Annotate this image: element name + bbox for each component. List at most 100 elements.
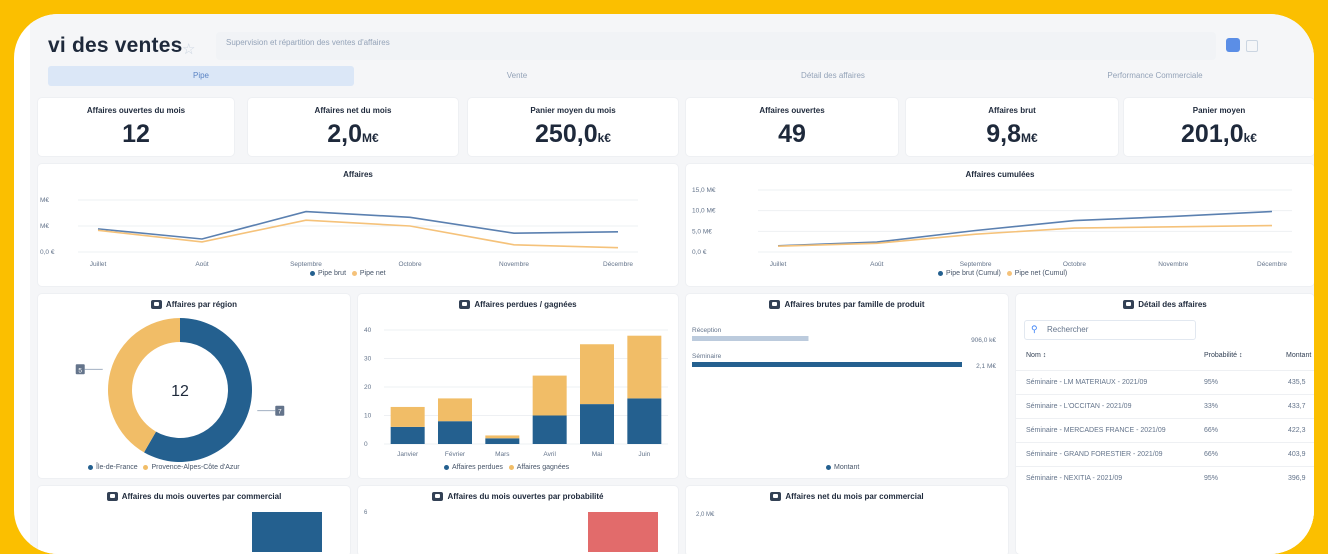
affaires-cumulees-line-chart: 15,0 M€ 10,0 M€ 5,0 M€ 0,0 € Juillet Août Sept… (692, 187, 1292, 268)
y-tick-label: 0 (364, 441, 368, 448)
bar (252, 512, 322, 552)
bar (692, 336, 809, 341)
kpi-card: Affaires ouvertes 49 (686, 98, 898, 156)
table-cell-nom: Séminaire - L'OCCITAN - 2021/09 (1026, 403, 1132, 410)
bar (692, 362, 962, 367)
header: vi des ventes ☆ Supervision et répartiti… (30, 32, 1314, 70)
kpi-card: Panier moyen 201,0k€ (1124, 98, 1314, 156)
table-cell-montant: 396,9 (1288, 475, 1306, 482)
table-row[interactable]: Séminaire - GRAND FORESTIER - 2021/09 66%… (1016, 442, 1314, 467)
kpi-value: 12 (122, 120, 150, 148)
kpi-label: Panier moyen du mois (530, 106, 616, 115)
y-tick-label: 0,0 € (40, 249, 55, 256)
table-cell-prob: 33% (1204, 403, 1219, 410)
perdues-gagnees-bar-chart: 40 30 20 10 0 Janvier Février Mars Avril Mai Juin (364, 327, 668, 458)
bar (627, 335, 662, 399)
bar (485, 438, 520, 444)
bar (390, 426, 425, 444)
kpi-value: 9,8M€ (986, 120, 1038, 148)
favorite-star-icon[interactable]: ☆ (182, 40, 195, 58)
y-tick-label: 40 (364, 327, 372, 334)
chart-icon (432, 492, 444, 502)
table-cell-prob: 66% (1204, 451, 1219, 458)
chart-legend: Affaires perdues Affaires gagnées (444, 464, 569, 471)
description-field[interactable]: Supervision et répartition des ventes d'… (216, 32, 1216, 60)
x-tick-label: Octobre (1063, 261, 1087, 268)
table-cell-montant: 403,9 (1288, 451, 1306, 458)
table-cell-nom: Séminaire - NEXITIA - 2021/09 (1026, 475, 1123, 482)
x-tick-label: Octobre (398, 261, 422, 268)
table-cell-nom: Séminaire - MERCADES FRANCE - 2021/09 (1026, 427, 1166, 434)
x-tick-label: Novembre (1158, 261, 1188, 268)
chart-probabilite-card: Affaires du mois ouvertes par probabilit… (358, 486, 678, 554)
kpi-label: Panier moyen (1192, 106, 1246, 115)
table-cell-nom: Séminaire - GRAND FORESTIER - 2021/09 (1026, 451, 1163, 458)
x-tick-label: Juillet (770, 261, 787, 268)
table-cell-prob: 66% (1204, 427, 1219, 434)
bar (390, 406, 425, 427)
x-tick-label: Avril (543, 451, 556, 458)
tab-performance-commerciale[interactable]: Performance Commerciale (996, 66, 1314, 86)
table-cell-prob: 95% (1204, 475, 1219, 482)
y-tick-label: 30 (364, 356, 372, 363)
bar (438, 421, 472, 444)
series-line (97, 210, 619, 240)
series-line (777, 210, 1273, 247)
table-icon (1123, 300, 1135, 310)
tab-detail-affaires[interactable]: Détail des affaires (680, 66, 986, 86)
grid-view-icon[interactable] (1226, 38, 1240, 52)
table-cell-nom: Séminaire - LM MATERIAUX - 2021/09 (1026, 379, 1148, 386)
tab-pipe[interactable]: Pipe (48, 66, 354, 86)
chart-net-commercial-card: Affaires net du mois par commercial 2,0 … (686, 486, 1008, 554)
data-label: 7 (278, 409, 282, 416)
bar (588, 512, 658, 552)
table-row[interactable]: Séminaire - LM MATERIAUX - 2021/09 95% 435… (1016, 370, 1314, 395)
chart-title: Affaires du mois ouvertes par commercial (38, 492, 350, 502)
tab-vente[interactable]: Vente (364, 66, 670, 86)
x-tick-label: Juillet (90, 261, 107, 268)
chart-affaires-cumulees-card: Affaires cumulées 15,0 M€ 10,0 M€ 5,0 M€ 0,… (686, 164, 1314, 286)
table-cell-prob: 95% (1204, 379, 1219, 386)
table-cell-montant: 422,3 (1288, 427, 1306, 434)
kpi-label: Affaires brut (988, 106, 1036, 115)
bar (438, 398, 472, 422)
column-header-nom[interactable]: Nom ↕ (1026, 352, 1046, 359)
chart-affaires-card: Affaires M€ M€ 0,0 € Juillet Août Septembre Oc… (38, 164, 678, 286)
table-row[interactable]: Séminaire - MERCADES FRANCE - 2021/09 66%… (1016, 418, 1314, 443)
kpi-value: 49 (778, 120, 806, 148)
column-header-montant[interactable]: Montant (1286, 352, 1311, 359)
x-tick-label: Mai (592, 451, 602, 458)
kpi-value: 250,0k€ (535, 120, 611, 148)
search-icon: ⚲ (1031, 324, 1038, 334)
table-header: Nom ↕ Probabilité ↕ Montant (1016, 346, 1314, 366)
table-cell-montant: 433,7 (1288, 403, 1306, 410)
kpi-label: Affaires net du mois (314, 106, 392, 115)
chart-title: Affaires du mois ouvertes par probabilit… (358, 492, 678, 502)
app-frame: vi des ventes ☆ Supervision et répartiti… (14, 14, 1314, 554)
table-row[interactable]: Séminaire - NEXITIA - 2021/09 95% 396,9 (1016, 466, 1314, 491)
x-tick-label: Septembre (960, 261, 992, 268)
chart-icon (106, 492, 118, 502)
kpi-label: Affaires ouvertes (759, 106, 825, 115)
x-tick-label: Août (195, 261, 209, 268)
y-tick-label: M€ (40, 197, 49, 204)
chart-famille-produit-card: Affaires brutes par famille de produit R… (686, 294, 1008, 478)
tab-bar: Pipe Vente Détail des affaires Performan… (48, 66, 1314, 86)
data-label: 906,0 k€ (971, 337, 996, 344)
chart-region-card: Affaires par région 7 5 12 Île-de-France P… (38, 294, 350, 478)
chart-legend: Île-de-France Provence-Alpes-Côte d'Azur (88, 464, 240, 471)
kpi-card: Panier moyen du mois 250,0k€ (468, 98, 678, 156)
kpi-label: Affaires ouvertes du mois (86, 106, 186, 115)
table-row[interactable]: Séminaire - L'OCCITAN - 2021/09 33% 433,7 (1016, 394, 1314, 419)
chart-icon (770, 492, 782, 502)
page-title: vi des ventes (48, 34, 183, 57)
bar (580, 404, 614, 444)
x-tick-label: Décembre (1257, 261, 1287, 268)
x-tick-label: Juin (638, 451, 650, 458)
x-tick-label: Février (445, 451, 466, 458)
column-header-probabilite[interactable]: Probabilité ↕ (1204, 352, 1243, 359)
donut-center-label: 12 (171, 383, 189, 400)
chart-legend: Montant (826, 464, 859, 471)
search-input[interactable]: ⚲ Rechercher (1024, 320, 1196, 340)
list-view-icon[interactable] (1246, 40, 1258, 52)
